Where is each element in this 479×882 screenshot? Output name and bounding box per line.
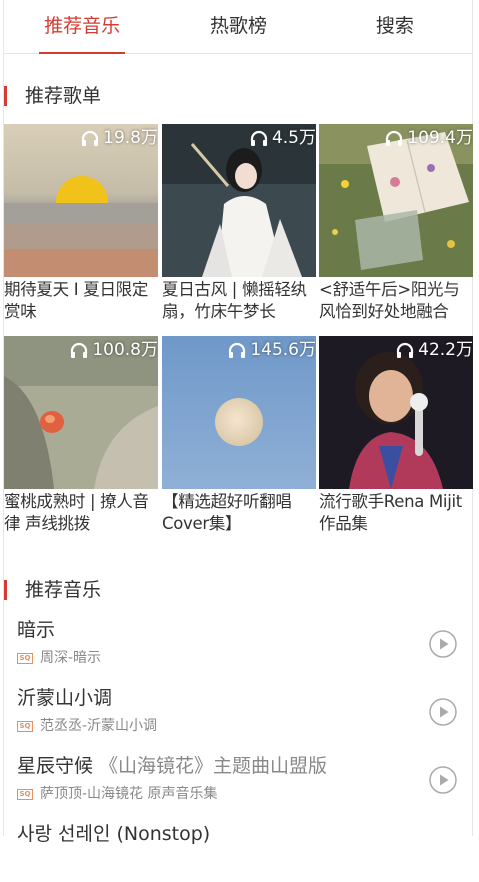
playlist-name: <舒适午后>阳光与风恰到好处地融合 bbox=[319, 280, 460, 321]
headphones-icon bbox=[396, 342, 414, 359]
playlist-cover-image: 109.4万 bbox=[319, 124, 473, 277]
playlist-card[interactable]: 145.6万 【精选超好听翻唱Cover集】 bbox=[162, 336, 316, 535]
tab-hot-chart[interactable]: 热歌榜 bbox=[160, 0, 316, 53]
tab-search[interactable]: 搜索 bbox=[317, 0, 473, 53]
playlist-name: 夏日古风 | 懒摇轻纨扇，竹床午梦长 bbox=[162, 280, 307, 321]
play-count: 42.2万 bbox=[396, 338, 473, 362]
song-title-text: 暗示 bbox=[17, 619, 56, 641]
playlist-name: 期待夏天 I 夏日限定赏味 bbox=[4, 280, 149, 321]
playlist-card[interactable]: 19.8万 期待夏天 I 夏日限定赏味 bbox=[4, 124, 158, 323]
playlist-card[interactable]: 109.4万 <舒适午后>阳光与风恰到好处地融合 bbox=[319, 124, 473, 323]
play-icon[interactable] bbox=[429, 630, 457, 658]
song-title: 星辰守候 《山海镜花》主题曲山盟版 bbox=[17, 754, 327, 778]
play-count: 145.6万 bbox=[228, 338, 316, 362]
playlist-cover-image: 4.5万 bbox=[162, 124, 316, 277]
play-count-text: 4.5万 bbox=[271, 128, 316, 148]
sq-badge: SQ bbox=[17, 720, 33, 732]
play-count-text: 145.6万 bbox=[250, 340, 316, 360]
section-marker bbox=[4, 86, 7, 106]
playlist-cover-image: 100.8万 bbox=[4, 336, 158, 489]
section-title-text: 推荐歌单 bbox=[25, 85, 102, 107]
headphones-icon bbox=[385, 130, 403, 147]
playlist-card[interactable]: 100.8万 蜜桃成熟时 | 撩人音律 声线挑拨 bbox=[4, 336, 158, 535]
section-marker bbox=[4, 580, 7, 600]
playlist-name: 蜜桃成熟时 | 撩人音律 声线挑拨 bbox=[4, 492, 149, 533]
sq-badge: SQ bbox=[17, 788, 33, 800]
headphones-icon bbox=[250, 130, 268, 147]
song-title-text: 사랑 선레인 (Nonstop) bbox=[17, 823, 211, 845]
headphones-icon bbox=[228, 342, 246, 359]
play-count: 100.8万 bbox=[70, 338, 158, 362]
sq-badge: SQ bbox=[17, 652, 33, 664]
playlist-cover-image: 145.6万 bbox=[162, 336, 316, 489]
section-title-playlists: 推荐歌单 bbox=[4, 84, 101, 108]
playlist-name: 【精选超好听翻唱Cover集】 bbox=[162, 492, 292, 533]
song-item[interactable]: 沂蒙山小调 SQ 范丞丞-沂蒙山小调 bbox=[4, 678, 473, 746]
song-artist-album: 周深-暗示 bbox=[40, 650, 102, 666]
tab-bar: 推荐音乐 热歌榜 搜索 bbox=[4, 0, 473, 54]
song-title-text: 星辰守候 bbox=[17, 755, 94, 777]
play-count: 109.4万 bbox=[385, 126, 473, 150]
play-icon[interactable] bbox=[429, 698, 457, 726]
play-count-text: 100.8万 bbox=[92, 340, 158, 360]
song-meta: SQ 萨顶顶-山海镜花 原声音乐集 bbox=[17, 784, 218, 804]
song-title-text: 沂蒙山小调 bbox=[17, 687, 113, 709]
playlist-cover-image: 42.2万 bbox=[319, 336, 473, 489]
song-meta: SQ 范丞丞-沂蒙山小调 bbox=[17, 716, 157, 736]
song-artist-album: 范丞丞-沂蒙山小调 bbox=[40, 718, 158, 734]
play-count-text: 109.4万 bbox=[407, 128, 473, 148]
play-count-text: 19.8万 bbox=[103, 128, 158, 148]
play-count: 4.5万 bbox=[250, 126, 316, 150]
tab-recommend[interactable]: 推荐音乐 bbox=[4, 0, 160, 53]
song-title: 사랑 선레인 (Nonstop) bbox=[17, 822, 210, 846]
headphones-icon bbox=[81, 130, 99, 147]
song-item[interactable]: 暗示 SQ 周深-暗示 bbox=[4, 610, 473, 678]
song-artist-album: 萨顶顶-山海镜花 原声音乐集 bbox=[40, 786, 218, 802]
section-title-text: 推荐音乐 bbox=[25, 579, 102, 601]
playlist-card[interactable]: 4.5万 夏日古风 | 懒摇轻纨扇，竹床午梦长 bbox=[162, 124, 316, 323]
song-alias: 《山海镜花》主题曲山盟版 bbox=[93, 755, 328, 777]
headphones-icon bbox=[70, 342, 88, 359]
section-title-songs: 推荐音乐 bbox=[4, 578, 101, 602]
play-icon[interactable] bbox=[429, 766, 457, 794]
song-meta: SQ 周深-暗示 bbox=[17, 648, 101, 668]
song-item[interactable]: 星辰守候 《山海镜花》主题曲山盟版 SQ 萨顶顶-山海镜花 原声音乐集 bbox=[4, 746, 473, 814]
playlist-card[interactable]: 42.2万 流行歌手Rena Mijit作品集 bbox=[319, 336, 473, 535]
playlist-cover-image: 19.8万 bbox=[4, 124, 158, 277]
song-item[interactable]: 사랑 선레인 (Nonstop) bbox=[4, 814, 473, 882]
playlist-name: 流行歌手Rena Mijit作品集 bbox=[319, 492, 462, 533]
play-count: 19.8万 bbox=[81, 126, 158, 150]
play-count-text: 42.2万 bbox=[418, 340, 473, 360]
song-list: 暗示 SQ 周深-暗示 沂蒙山小调 SQ 范丞丞-沂蒙山小调 星辰守候 《山海镜… bbox=[4, 610, 473, 882]
song-title: 暗示 bbox=[17, 618, 55, 642]
song-title: 沂蒙山小调 bbox=[17, 686, 112, 710]
